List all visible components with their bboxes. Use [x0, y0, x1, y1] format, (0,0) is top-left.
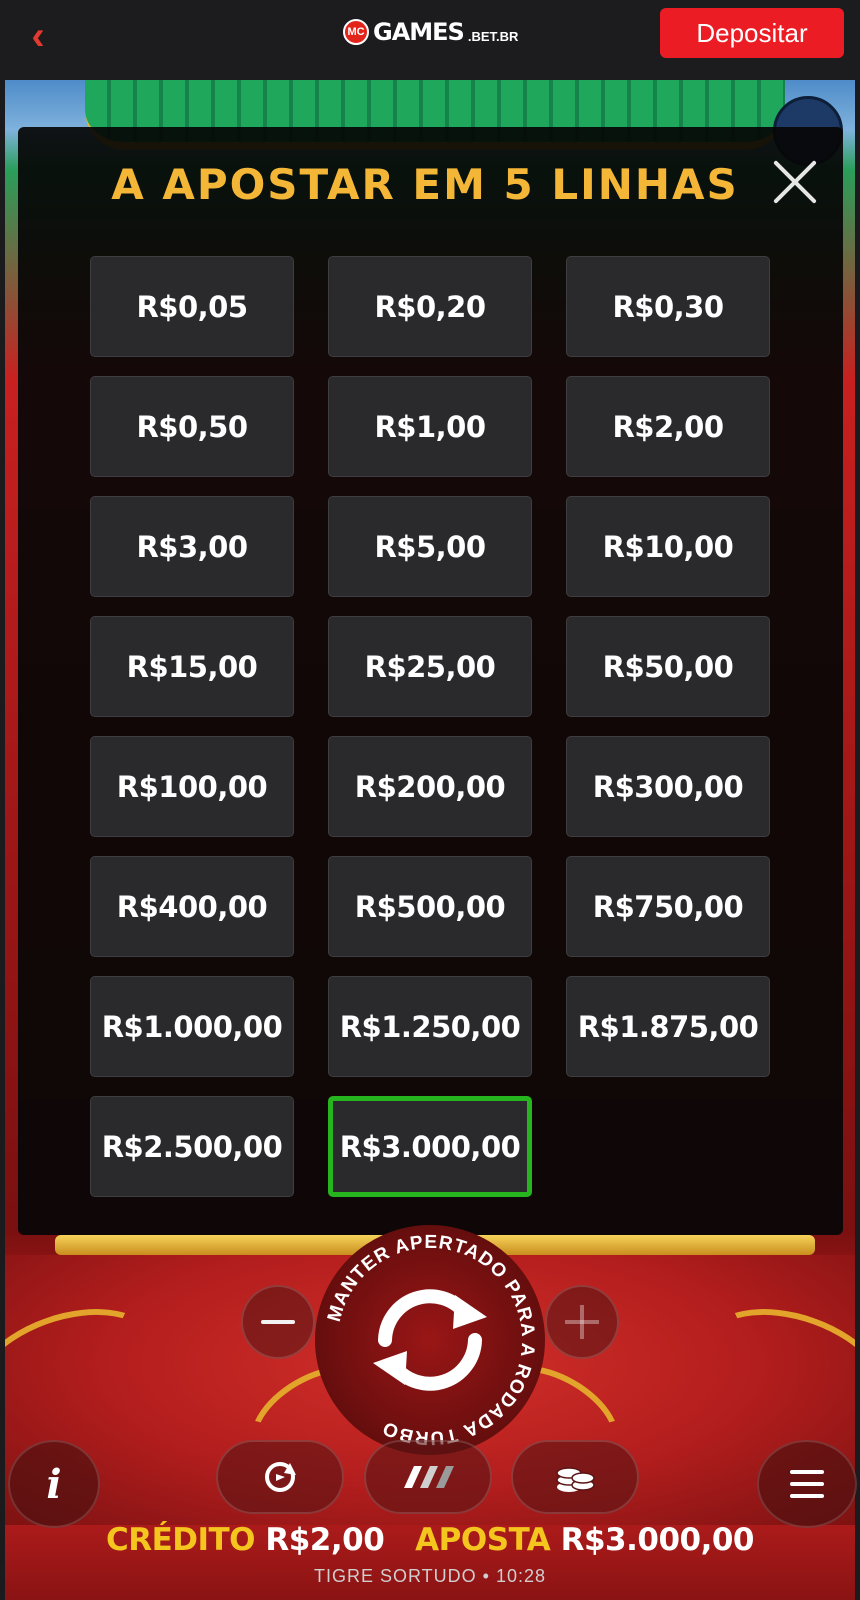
logo-wordmark: GAMES	[373, 18, 465, 46]
bet-option[interactable]: R$3,00	[90, 496, 294, 597]
screen: ‹ MC GAMES .BET.BR Depositar A APOSTAR E…	[0, 0, 860, 1600]
bet-option[interactable]: R$25,00	[328, 616, 532, 717]
bet-option[interactable]: R$1.875,00	[566, 976, 770, 1077]
spin-graphic: MANTER APERTADO PARA A RODADA TURBO	[324, 1232, 538, 1448]
info-button[interactable]: i	[8, 1440, 100, 1528]
bet-value: R$3.000,00	[560, 1522, 755, 1558]
bet-option[interactable]: R$0,20	[328, 256, 532, 357]
coins-button[interactable]	[511, 1440, 639, 1514]
hamburger-menu-icon[interactable]	[757, 1440, 857, 1528]
bet-option[interactable]: R$50,00	[566, 616, 770, 717]
bet-option[interactable]: R$0,05	[90, 256, 294, 357]
bet-option-selected[interactable]: R$3.000,00	[328, 1096, 532, 1197]
plus-icon[interactable]	[545, 1285, 619, 1359]
svg-text:MANTER APERTADO PARA A RODADA: MANTER APERTADO PARA A RODADA TURBO	[324, 1232, 538, 1448]
bet-option[interactable]: R$1.000,00	[90, 976, 294, 1077]
footer-info: TIGRE SORTUDO • 10:28	[0, 1566, 860, 1587]
bet-option[interactable]: R$5,00	[328, 496, 532, 597]
credit-value: R$2,00	[265, 1522, 385, 1558]
modal-title: A APOSTAR EM 5 LINHAS	[111, 160, 739, 209]
deposit-button[interactable]: Depositar	[660, 8, 844, 58]
turbo-button[interactable]	[364, 1440, 492, 1514]
bet-option[interactable]: R$15,00	[90, 616, 294, 717]
logo-domain: .BET.BR	[467, 29, 519, 44]
bet-option[interactable]: R$300,00	[566, 736, 770, 837]
clock-time: 10:28	[495, 1566, 547, 1586]
footer-separator: •	[482, 1566, 490, 1586]
ornament	[680, 1284, 855, 1466]
logo-badge: MC	[343, 19, 369, 45]
minus-icon[interactable]	[241, 1285, 315, 1359]
bet-option[interactable]: R$10,00	[566, 496, 770, 597]
spin-hint-text: MANTER APERTADO PARA A RODADA TURBO	[324, 1232, 537, 1448]
ornament	[5, 1284, 180, 1466]
bet-option[interactable]: R$500,00	[328, 856, 532, 957]
spin-button[interactable]: MANTER APERTADO PARA A RODADA TURBO	[315, 1225, 545, 1455]
bet-option[interactable]: R$750,00	[566, 856, 770, 957]
bet-option[interactable]: R$0,30	[566, 256, 770, 357]
close-icon[interactable]	[770, 157, 820, 207]
bet-option[interactable]: R$200,00	[328, 736, 532, 837]
bet-option[interactable]: R$1,00	[328, 376, 532, 477]
bet-option[interactable]: R$400,00	[90, 856, 294, 957]
balance-status: CRÉDITO R$2,00 APOSTA R$3.000,00	[0, 1522, 860, 1558]
game-name: TIGRE SORTUDO	[313, 1566, 477, 1586]
site-logo[interactable]: MC GAMES .BET.BR	[343, 16, 518, 48]
autoplay-button[interactable]	[216, 1440, 344, 1514]
autoplay-icon	[265, 1462, 296, 1492]
chevron-left-icon[interactable]: ‹	[18, 16, 58, 56]
bet-options-grid: R$0,05 R$0,20 R$0,30 R$0,50 R$1,00 R$2,00 R$3,…	[90, 256, 770, 1197]
top-bar: ‹ MC GAMES .BET.BR Depositar	[0, 0, 860, 80]
bet-option[interactable]: R$2,00	[566, 376, 770, 477]
bet-label: APOSTA	[415, 1522, 551, 1558]
bet-option[interactable]: R$1.250,00	[328, 976, 532, 1077]
coins-stack-icon	[556, 1467, 595, 1492]
bet-option[interactable]: R$100,00	[90, 736, 294, 837]
turbo-icon	[404, 1466, 454, 1488]
bet-option[interactable]: R$2.500,00	[90, 1096, 294, 1197]
credit-label: CRÉDITO	[105, 1522, 256, 1558]
bet-option[interactable]: R$0,50	[90, 376, 294, 477]
